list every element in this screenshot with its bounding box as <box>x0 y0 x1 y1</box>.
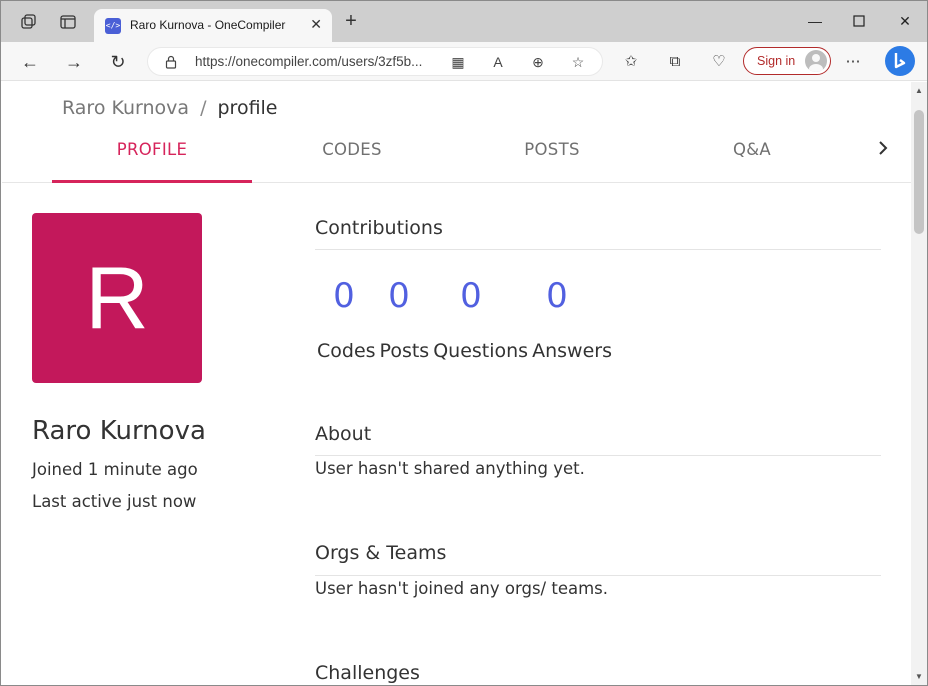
chevron-right-icon[interactable] <box>877 140 895 160</box>
vertical-scrollbar[interactable]: ▲ ▼ <box>911 82 927 685</box>
contributions-title: Contributions <box>315 217 443 239</box>
new-tab-icon[interactable]: + <box>341 11 361 31</box>
breadcrumb: Raro Kurnova / profile <box>62 97 278 119</box>
page-viewport: Raro Kurnova / profile PROFILE CODES POSTS… <box>2 82 911 685</box>
orgs-title: Orgs & Teams <box>315 542 447 564</box>
tab-close-icon[interactable]: ✕ <box>310 16 322 33</box>
joined-text: Joined 1 minute ago <box>32 460 198 479</box>
orgs-text: User hasn't joined any orgs/ teams. <box>315 579 609 598</box>
collections-icon[interactable]: ⧉ <box>665 52 685 72</box>
forward-icon[interactable]: → <box>63 51 85 73</box>
tab-posts[interactable]: POSTS <box>452 130 652 182</box>
read-aloud-icon[interactable]: A <box>489 53 507 71</box>
scroll-thumb[interactable] <box>914 110 924 234</box>
tab-profile[interactable]: PROFILE <box>52 130 252 183</box>
codes-count[interactable]: 0 <box>324 276 364 316</box>
lock-icon[interactable] <box>164 55 178 69</box>
address-url[interactable]: https://onecompiler.com/users/3zf5b... <box>195 54 422 69</box>
answers-count[interactable]: 0 <box>537 276 577 316</box>
about-text: User hasn't shared anything yet. <box>315 459 585 478</box>
questions-count[interactable]: 0 <box>451 276 491 316</box>
settings-more-icon[interactable]: ⋯ <box>843 52 863 72</box>
close-window-icon[interactable]: ✕ <box>895 11 915 31</box>
maximize-icon[interactable] <box>849 11 869 31</box>
posts-label: Posts <box>379 340 430 362</box>
breadcrumb-user-link[interactable]: Raro Kurnova <box>62 97 189 119</box>
app-available-icon[interactable]: ▦ <box>449 53 467 71</box>
tab-qa[interactable]: Q&A <box>652 130 852 182</box>
zoom-icon[interactable]: ⊕ <box>529 53 547 71</box>
address-bar[interactable]: https://onecompiler.com/users/3zf5b... ▦… <box>147 47 603 76</box>
avatar-letter: R <box>85 248 149 347</box>
about-divider <box>315 455 881 456</box>
breadcrumb-current: profile <box>217 97 278 119</box>
challenges-title: Challenges <box>315 662 420 684</box>
breadcrumb-separator: / <box>200 97 207 119</box>
back-icon[interactable]: ← <box>19 51 41 73</box>
tab-actions-icon[interactable] <box>59 13 77 31</box>
tab-codes[interactable]: CODES <box>252 130 452 182</box>
answers-label: Answers <box>532 340 612 362</box>
about-title: About <box>315 423 372 445</box>
favorites-icon[interactable]: ✩ <box>621 52 641 72</box>
scroll-down-icon[interactable]: ▼ <box>915 672 923 681</box>
contribution-labels: Codes Posts Questions Answers <box>317 340 616 362</box>
contributions-divider <box>315 249 881 250</box>
codes-label: Codes <box>317 340 376 362</box>
orgs-divider <box>315 575 881 576</box>
scroll-up-icon[interactable]: ▲ <box>915 86 923 95</box>
sign-in-button[interactable]: Sign in <box>743 47 831 75</box>
sign-in-label: Sign in <box>757 54 796 68</box>
browser-toolbar: ← → ↻ https://onecompiler.com/users/3zf5… <box>1 42 927 81</box>
title-bar: </> Raro Kurnova - OneCompiler ✕ + — ✕ <box>1 1 927 42</box>
onecompiler-favicon-icon: </> <box>105 18 121 34</box>
tab-title: Raro Kurnova - OneCompiler <box>130 18 286 32</box>
browser-tab-active[interactable]: </> Raro Kurnova - OneCompiler ✕ <box>94 9 332 42</box>
user-avatar: R <box>32 213 202 383</box>
minimize-icon[interactable]: — <box>805 11 825 31</box>
workspaces-icon[interactable] <box>19 13 37 31</box>
user-name: Raro Kurnova <box>32 416 206 446</box>
browser-essentials-icon[interactable]: ♡ <box>709 52 729 72</box>
profile-avatar-icon <box>805 50 827 72</box>
posts-count[interactable]: 0 <box>379 276 419 316</box>
browser-window: </> Raro Kurnova - OneCompiler ✕ + — ✕ ←… <box>0 0 928 686</box>
refresh-icon[interactable]: ↻ <box>107 51 129 73</box>
bing-copilot-icon[interactable] <box>885 46 915 76</box>
questions-label: Questions <box>433 340 529 362</box>
profile-tabs: PROFILE CODES POSTS Q&A <box>2 130 911 183</box>
last-active-text: Last active just now <box>32 492 197 511</box>
favorite-star-icon[interactable]: ☆ <box>569 53 587 71</box>
